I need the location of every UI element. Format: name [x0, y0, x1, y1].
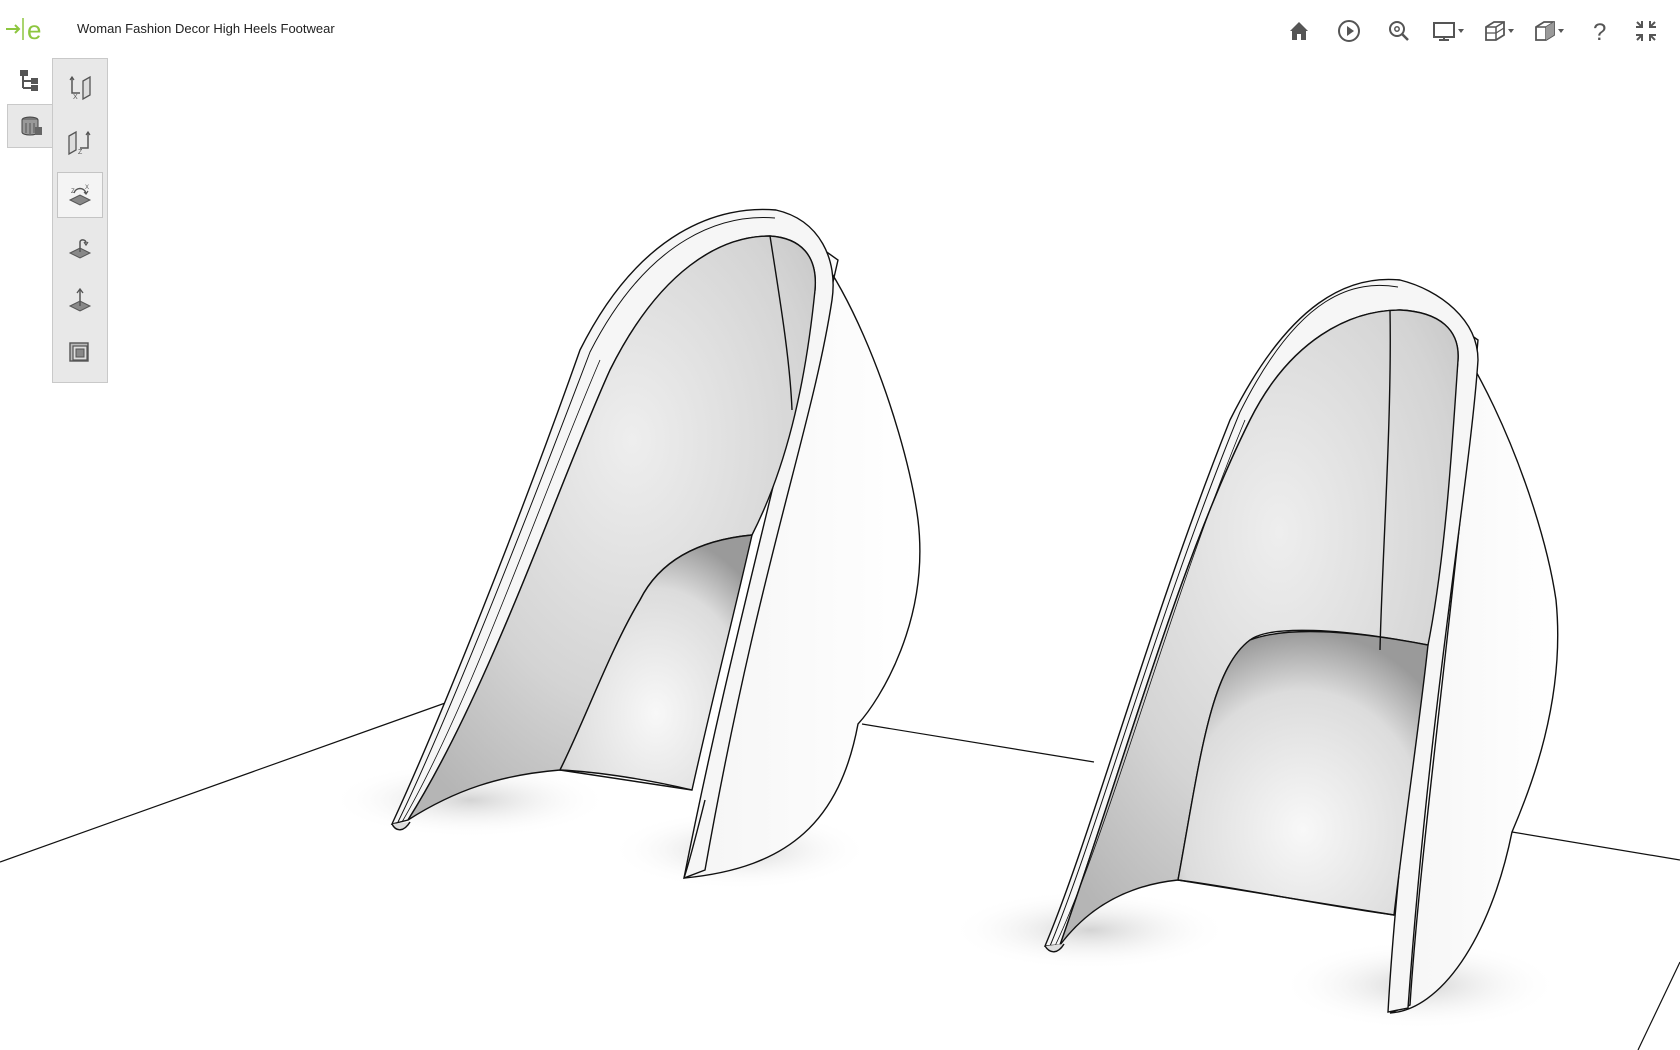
home-icon [1290, 22, 1308, 40]
panel-tabs [7, 58, 53, 150]
flip-plane-icon [68, 239, 92, 259]
play-icon [1338, 20, 1360, 42]
move-axis-icon: X [69, 75, 91, 101]
rotate-plane-icon: Z X [68, 185, 92, 206]
exit-fullscreen-button[interactable] [1624, 14, 1668, 48]
edrawings-logo-icon: e [6, 15, 41, 44]
tool-cap-section[interactable] [57, 329, 103, 375]
view-toolbar: ? [1274, 14, 1668, 48]
normal-arrow-icon [68, 287, 92, 312]
edrawings-window: e Woman Fashion Decor High Heels Footwea… [0, 0, 1680, 1050]
tool-flip-plane[interactable] [57, 225, 103, 271]
svg-text:X: X [73, 94, 78, 101]
tool-normal-arrow[interactable] [57, 277, 103, 323]
section-tools-panel: X Z Z X [52, 58, 108, 383]
help-icon: ? [1593, 19, 1606, 43]
tool-move-axis[interactable]: X [57, 64, 103, 110]
tab-model-tree[interactable] [7, 58, 53, 102]
zoom-icon [1389, 21, 1409, 41]
display-style-button[interactable] [1424, 14, 1474, 48]
view-orientation-button[interactable] [1524, 14, 1574, 48]
exit-fullscreen-icon [1636, 21, 1656, 41]
svg-text:?: ? [1593, 19, 1606, 43]
section-view-button[interactable] [1474, 14, 1524, 48]
app-logo: e [6, 14, 50, 44]
rotate-axis-icon: Z [68, 130, 91, 156]
cap-section-icon [69, 342, 89, 362]
play-button[interactable] [1324, 14, 1374, 48]
display-style-icon [1433, 22, 1464, 41]
view-orientation-icon [1535, 21, 1564, 41]
tool-rotate-axis[interactable]: Z [57, 119, 103, 165]
svg-text:Z: Z [78, 149, 83, 156]
svg-text:e: e [27, 15, 41, 44]
tab-configurations[interactable] [7, 104, 53, 148]
heel-part-left[interactable] [390, 208, 921, 880]
home-button[interactable] [1274, 14, 1324, 48]
tool-rotate-plane[interactable]: Z X [57, 172, 103, 218]
help-button[interactable]: ? [1574, 14, 1624, 48]
configurations-icon [21, 116, 42, 136]
svg-text:X: X [85, 185, 89, 191]
3d-viewport[interactable] [0, 0, 1680, 1050]
section-view-icon [1485, 21, 1514, 41]
model-tree-icon [20, 70, 38, 91]
svg-text:Z: Z [71, 189, 75, 195]
document-title: Woman Fashion Decor High Heels Footwear [77, 21, 335, 36]
zoom-button[interactable] [1374, 14, 1424, 48]
